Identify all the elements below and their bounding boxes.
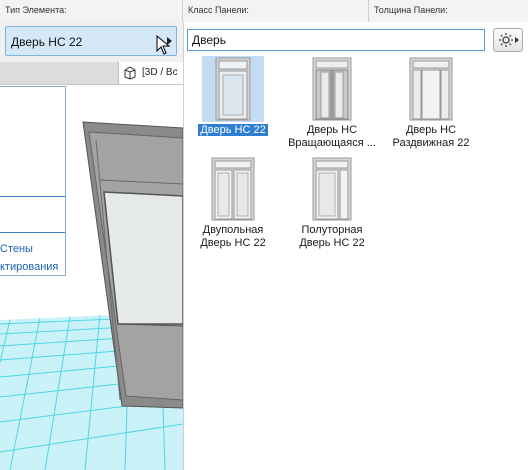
view-tab-bar: [3D / Вс [0, 62, 183, 85]
tab-3d-label: [3D / Вс [142, 67, 178, 78]
door-icon [215, 57, 251, 121]
sliding-door-icon [409, 57, 453, 121]
walls-link[interactable]: Стены [0, 243, 33, 255]
item-label: Дверь НС Раздвижная 22 [392, 124, 470, 149]
library-panel: Дверь НС 22 Дверь НС Вращающаяся ... [183, 22, 528, 470]
door-thumbnail [301, 156, 363, 222]
item-label: Дверь НС Вращающаяся ... [288, 124, 376, 149]
panel-thickness-header: Толщина Панели: [374, 5, 448, 15]
library-item[interactable]: Дверь НС Вращающаяся ... [284, 56, 380, 156]
element-type-value: Дверь НС 22 [11, 35, 83, 49]
item-label: Двупольная Дверь НС 22 [200, 224, 266, 249]
library-item[interactable]: Двупольная Дверь НС 22 [185, 156, 281, 256]
library-item[interactable]: Дверь НС Раздвижная 22 [383, 56, 479, 156]
element-type-selector[interactable]: Дверь НС 22 [5, 26, 177, 56]
door-thumbnail [400, 56, 462, 122]
design-link[interactable]: ктирования [0, 261, 58, 273]
double-door-icon [211, 157, 255, 221]
panel-header: Тип Элемента: Класс Панели: Толщина Пане… [0, 0, 528, 23]
3d-viewport[interactable]: [3D / Вс Стены ктирования [0, 62, 183, 470]
search-input[interactable] [187, 29, 485, 51]
door-thumbnail [202, 156, 264, 222]
item-label: Дверь НС 22 [198, 124, 268, 136]
door-thumbnail [301, 56, 363, 122]
door-thumbnail [202, 56, 264, 122]
one-and-half-door-icon [312, 157, 352, 221]
library-item[interactable]: Полуторная Дверь НС 22 [284, 156, 380, 256]
cube-icon [124, 66, 136, 80]
library-item[interactable]: Дверь НС 22 [185, 56, 281, 156]
gear-icon [499, 33, 519, 47]
item-label: Полуторная Дверь НС 22 [299, 224, 365, 249]
element-type-header: Тип Элемента: [0, 0, 183, 22]
settings-button[interactable] [493, 28, 523, 52]
divider [0, 196, 65, 197]
revolving-door-icon [312, 57, 352, 121]
tab-3d-view[interactable]: [3D / Вс [118, 62, 183, 84]
divider [0, 232, 65, 233]
info-panel: Стены ктирования [0, 86, 66, 276]
panel-class-header: Класс Панели: [183, 0, 369, 22]
mouse-cursor-icon [156, 35, 171, 55]
